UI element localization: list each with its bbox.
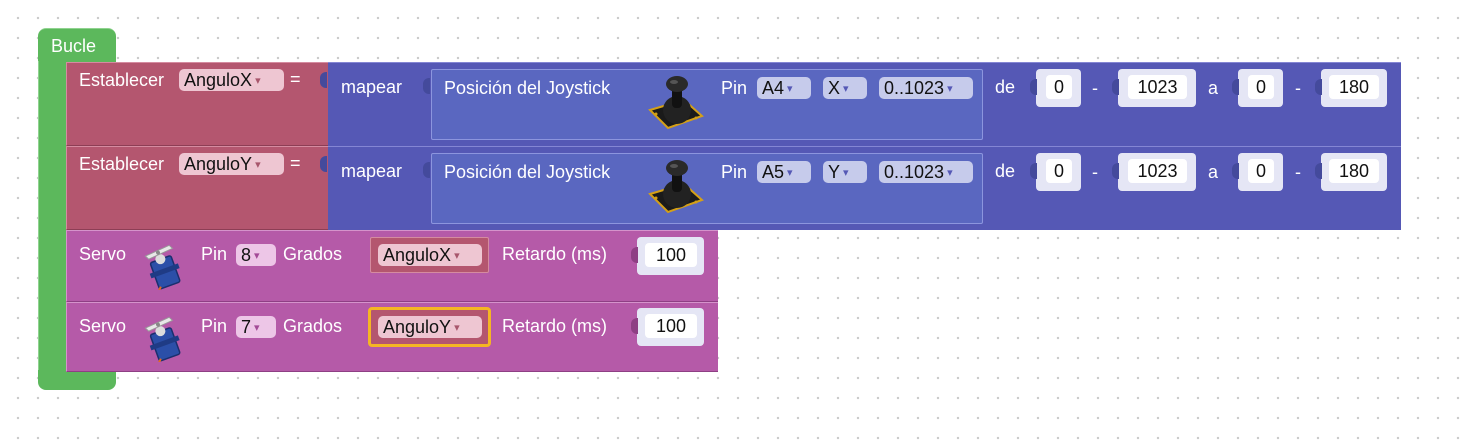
input-connector [1112,79,1119,95]
from-high-input[interactable]: 1023 [1128,75,1187,99]
from-high-input[interactable]: 1023 [1128,159,1187,183]
equals-sign: = [290,153,301,173]
servo-motor-icon [144,244,181,290]
degrees-label: Grados [283,316,343,336]
variable-dropdown-anguloy[interactable]: AnguloY ▾ [179,153,284,175]
loop-body-rail [38,61,66,373]
servo-pin-dropdown[interactable]: 7 ▾ [236,316,276,338]
dash-separator: - [1295,78,1301,98]
chevron-down-icon: ▾ [947,83,953,95]
servo-motor-icon [144,316,181,362]
delay-input[interactable]: 100 [645,314,697,338]
range-value: 0..1023 [884,78,945,98]
input-connector [320,156,327,172]
input-connector [631,247,638,263]
input-connector [1315,163,1322,179]
chevron-down-icon: ▾ [787,167,793,179]
joystick-module-icon [648,76,704,130]
axis-value: Y [828,162,841,182]
dash-separator: - [1092,78,1098,98]
equals-sign: = [290,69,301,89]
input-connector [1030,79,1037,95]
to-high-input[interactable]: 180 [1329,159,1379,183]
to-low-input[interactable]: 0 [1248,75,1274,99]
to-label: a [1208,78,1219,98]
pin-label: Pin [721,162,748,182]
input-connector [1030,163,1037,179]
servo-label: Servo [79,316,127,336]
chevron-down-icon: ▾ [787,83,793,95]
degrees-label: Grados [283,244,343,264]
to-label: a [1208,162,1219,182]
pin-label: Pin [201,316,228,336]
set-label: Establecer [79,154,165,174]
range-dropdown[interactable]: 0..1023 ▾ [879,77,973,99]
loop-bottom-bar [38,370,116,390]
pin-value: 8 [241,245,252,265]
chevron-down-icon: ▾ [255,75,261,87]
from-low-input[interactable]: 0 [1046,75,1072,99]
input-connector [1232,163,1239,179]
chevron-down-icon: ▾ [843,167,849,179]
chevron-down-icon: ▾ [843,83,849,95]
delay-input[interactable]: 100 [645,243,697,267]
pin-label: Pin [201,244,228,264]
range-dropdown[interactable]: 0..1023 ▾ [879,161,973,183]
from-low-input[interactable]: 0 [1046,159,1072,183]
to-high-input[interactable]: 180 [1329,75,1379,99]
pin-value: A5 [762,162,785,182]
chevron-down-icon: ▾ [254,322,260,334]
from-label: de [995,161,1016,181]
pin-dropdown[interactable]: A4 ▾ [757,77,811,99]
pin-value: A4 [762,78,785,98]
joystick-label: Posición del Joystick [444,78,611,98]
map-label: mapear [341,77,403,97]
chevron-down-icon: ▾ [254,250,260,262]
chevron-down-icon: ▾ [454,250,460,262]
pin-dropdown[interactable]: A5 ▾ [757,161,811,183]
range-value: 0..1023 [884,162,945,182]
chevron-down-icon: ▾ [454,322,460,334]
variable-name: AnguloX [383,245,452,265]
delay-label: Retardo (ms) [502,244,608,264]
to-low-input[interactable]: 0 [1248,159,1274,183]
servo-label: Servo [79,244,127,264]
pin-label: Pin [721,78,748,98]
joystick-module-icon [648,160,704,214]
loop-label: Bucle [51,36,97,56]
variable-name: AnguloY [383,317,452,337]
variable-name: AnguloY [184,154,253,174]
delay-label: Retardo (ms) [502,316,608,336]
from-label: de [995,77,1016,97]
variable-dropdown-angulox[interactable]: AnguloX ▾ [179,69,284,91]
variable-dropdown-anguloy[interactable]: AnguloY ▾ [378,316,482,338]
loop-block[interactable]: Bucle [38,28,116,62]
input-connector [631,318,638,334]
axis-dropdown[interactable]: Y ▾ [823,161,867,183]
chevron-down-icon: ▾ [947,167,953,179]
variable-dropdown-angulox[interactable]: AnguloX ▾ [378,244,482,266]
input-connector [320,72,327,88]
map-label: mapear [341,161,403,181]
axis-dropdown[interactable]: X ▾ [823,77,867,99]
axis-value: X [828,78,841,98]
input-connector [1315,79,1322,95]
input-connector [1232,79,1239,95]
input-connector [423,78,430,94]
pin-value: 7 [241,317,252,337]
variable-name: AnguloX [184,70,253,90]
dash-separator: - [1092,162,1098,182]
chevron-down-icon: ▾ [255,159,261,171]
input-connector [1112,163,1119,179]
set-label: Establecer [79,70,165,90]
dash-separator: - [1295,162,1301,182]
servo-pin-dropdown[interactable]: 8 ▾ [236,244,276,266]
input-connector [423,162,430,178]
joystick-label: Posición del Joystick [444,162,611,182]
